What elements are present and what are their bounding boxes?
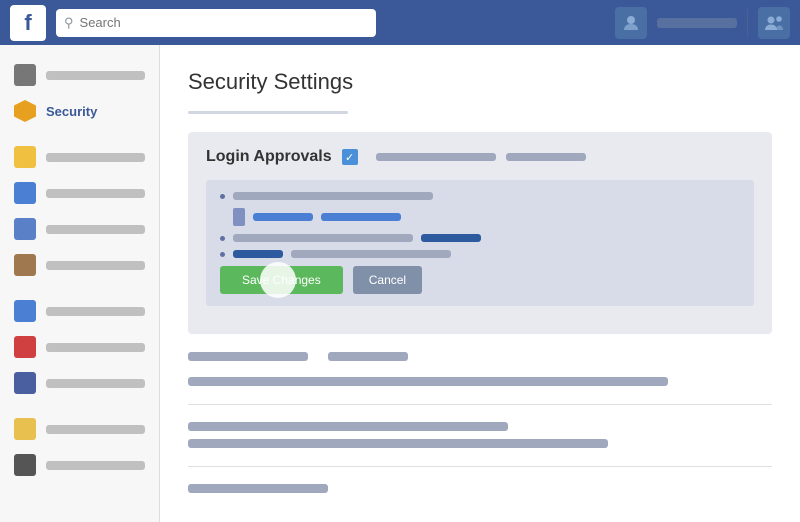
- sidebar-label-10: [46, 425, 145, 434]
- sidebar-item-7[interactable]: [0, 293, 159, 329]
- inline-content-row: [220, 208, 740, 226]
- content-section-2: [188, 422, 772, 448]
- sidebar-label-6: [46, 261, 145, 270]
- sidebar-label-11: [46, 461, 145, 470]
- sidebar-item-5[interactable]: [0, 211, 159, 247]
- phone-icon: [233, 208, 245, 226]
- button-row: Save Changes Cancel: [220, 266, 740, 294]
- sidebar-item-9[interactable]: [0, 365, 159, 401]
- content-bar-1b: [328, 352, 408, 361]
- sidebar-icon-11: [14, 454, 36, 476]
- header: f ⚲: [0, 0, 800, 45]
- user-name-bar: [657, 18, 737, 28]
- sidebar-icon-3: [14, 146, 36, 168]
- sidebar-item-3[interactable]: [0, 139, 159, 175]
- sidebar-label-4: [46, 189, 145, 198]
- content-bar-3: [188, 422, 508, 431]
- blue-bar-2: [321, 213, 401, 221]
- friend-icon[interactable]: [758, 7, 790, 39]
- content-bar-row-1: [188, 352, 772, 361]
- avatar[interactable]: [615, 7, 647, 39]
- sidebar-item-6[interactable]: [0, 247, 159, 283]
- search-bar[interactable]: ⚲: [56, 9, 376, 37]
- dark-blue-bar-2: [233, 250, 283, 258]
- cancel-button[interactable]: Cancel: [353, 266, 422, 294]
- divider-3: [188, 466, 772, 470]
- page-title: Security Settings: [188, 69, 772, 95]
- search-icon: ⚲: [64, 15, 74, 31]
- bullet-bar-2a: [233, 234, 413, 242]
- sidebar-icon-5: [14, 218, 36, 240]
- sidebar-item-8[interactable]: [0, 329, 159, 365]
- facebook-logo[interactable]: f: [10, 5, 46, 41]
- section-divider-top: [188, 111, 348, 114]
- bullet-row-3: [220, 250, 740, 258]
- sidebar-icon-7: [14, 300, 36, 322]
- bullet-dot-3: [220, 252, 225, 257]
- blue-bar-1: [253, 213, 313, 221]
- login-approvals-title: Login Approvals: [206, 148, 332, 166]
- sidebar-icon-4: [14, 182, 36, 204]
- layout: Security: [0, 45, 800, 522]
- search-input[interactable]: [80, 15, 368, 30]
- main-content: Security Settings Login Approvals ✓: [160, 45, 800, 522]
- content-bar-4: [188, 439, 608, 448]
- sidebar-label-8: [46, 343, 145, 352]
- sidebar-label-3: [46, 153, 145, 162]
- sidebar-icon-security: [14, 100, 36, 122]
- sidebar-item-10[interactable]: [0, 411, 159, 447]
- sidebar-label-1: [46, 71, 145, 80]
- sidebar-icon-8: [14, 336, 36, 358]
- sidebar-icon-1: [14, 64, 36, 86]
- sidebar-icon-9: [14, 372, 36, 394]
- sidebar-item-4[interactable]: [0, 175, 159, 211]
- sidebar-item-1[interactable]: [0, 57, 159, 93]
- login-approvals-header: Login Approvals ✓: [206, 148, 754, 166]
- desc-bar-2: [506, 153, 586, 161]
- sidebar-item-security[interactable]: Security: [0, 93, 159, 129]
- bullet-dot-2: [220, 236, 225, 241]
- sidebar-label-9: [46, 379, 145, 388]
- header-divider: [747, 9, 748, 37]
- sidebar-label-5: [46, 225, 145, 234]
- header-right: [615, 7, 790, 39]
- login-approvals-checkbox[interactable]: ✓: [342, 149, 358, 165]
- sidebar-label-7: [46, 307, 145, 316]
- save-button[interactable]: Save Changes: [220, 266, 343, 294]
- bullet-row-2: [220, 234, 740, 242]
- bullet-row-1: [220, 192, 740, 200]
- bullet-bar-3a: [291, 250, 451, 258]
- sidebar-label-security: Security: [46, 104, 97, 119]
- login-approvals-inner-card: Save Changes Cancel: [206, 180, 754, 306]
- bullet-dot-1: [220, 194, 225, 199]
- sidebar: Security: [0, 45, 160, 522]
- content-section-1: [188, 352, 772, 386]
- content-bar-5: [188, 484, 328, 493]
- content-section-3: [188, 484, 772, 493]
- divider-2: [188, 404, 772, 408]
- login-approvals-card: Login Approvals ✓: [188, 132, 772, 334]
- sidebar-icon-10: [14, 418, 36, 440]
- desc-bar-1: [376, 153, 496, 161]
- bullet-bar-1a: [233, 192, 433, 200]
- sidebar-icon-6: [14, 254, 36, 276]
- dark-blue-bar-1: [421, 234, 481, 242]
- content-bar-1a: [188, 352, 308, 361]
- content-bar-2: [188, 377, 668, 386]
- sidebar-item-11[interactable]: [0, 447, 159, 483]
